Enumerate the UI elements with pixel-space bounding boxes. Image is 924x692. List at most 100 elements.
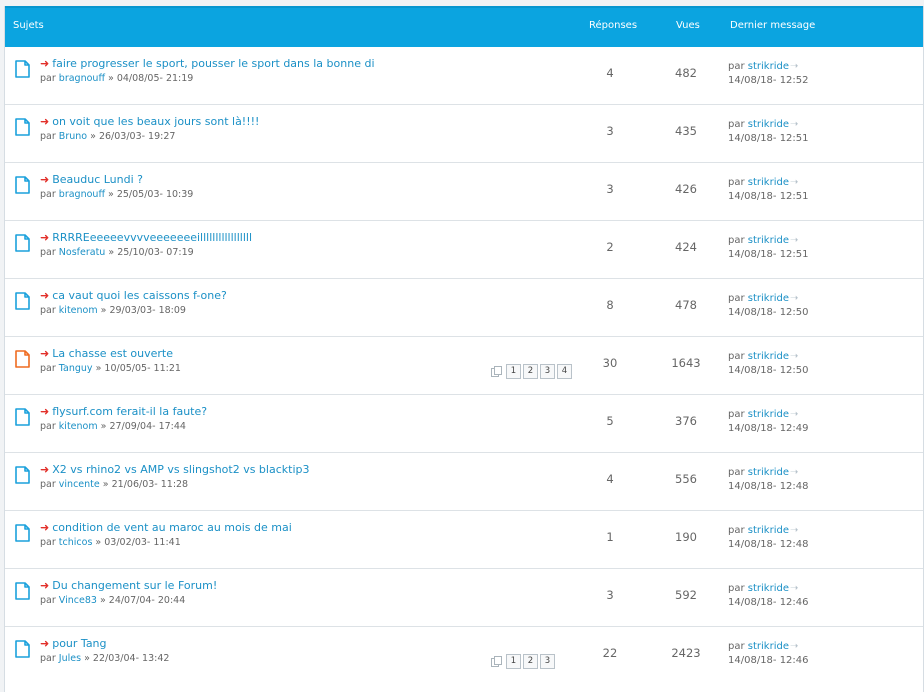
topic-author-link[interactable]: tchicos [59,537,93,548]
topic-author-link[interactable]: Tanguy [59,363,93,374]
topic-title-line: ➜ faire progresser le sport, pousser le s… [40,57,375,70]
topic-title-link[interactable]: RRRREeeeeevvvveeeeeeeilllllllllllllllll [52,231,252,244]
topic-title-link[interactable]: ca vaut quoi les caissons f-one? [52,289,227,302]
topic-author-link[interactable]: Vince83 [59,595,97,606]
last-post-author-link[interactable]: strikride [748,293,789,304]
topic-title-link[interactable]: on voit que les beaux jours sont là!!!! [52,115,259,128]
new-post-arrow-icon[interactable]: ➜ [40,115,49,128]
document-icon [15,234,30,252]
topic-row: ➜ ca vaut quoi les caissons f-one? par kit… [5,279,923,337]
go-to-last-post-icon[interactable]: ➝ [790,409,798,420]
last-post-author-link[interactable]: strikride [748,409,789,420]
topic-title-link[interactable]: Beauduc Lundi ? [52,173,143,186]
topic-row: ➜ faire progresser le sport, pousser le s… [5,47,923,105]
new-post-arrow-icon[interactable]: ➜ [40,579,49,592]
by-label: par [40,363,56,374]
topic-row: ➜ La chasse est ouverte par Tanguy » 10/05… [5,337,923,395]
topic-meta: par bragnouff » 25/05/03- 10:39 [40,189,193,200]
document-icon [15,582,30,600]
topic-row: ➜ flysurf.com ferait-il la faute? par kite… [5,395,923,453]
reply-count: 22 [602,646,618,660]
last-post-date: 14/08/18- 12:50 [728,307,809,318]
column-header-replies: Réponses [589,20,638,31]
topic-meta: par vincente » 21/06/03- 11:28 [40,479,188,490]
topic-author-link[interactable]: kitenom [59,305,98,316]
topic-author-link[interactable]: Nosferatu [59,247,106,258]
new-post-arrow-icon[interactable]: ➜ [40,57,49,70]
view-count: 426 [675,182,697,196]
new-post-arrow-icon[interactable]: ➜ [40,405,49,418]
go-to-last-post-icon[interactable]: ➝ [790,525,798,536]
last-post: par strikride➝ 14/08/18- 12:51 [728,176,809,204]
new-post-arrow-icon[interactable]: ➜ [40,231,49,244]
new-post-arrow-icon[interactable]: ➜ [40,289,49,302]
view-count: 435 [675,124,697,138]
new-post-arrow-icon[interactable]: ➜ [40,521,49,534]
topic-title-link[interactable]: condition de vent au maroc au mois de ma… [52,521,292,534]
go-to-last-post-icon[interactable]: ➝ [790,641,798,652]
last-post-author-link[interactable]: strikride [748,525,789,536]
page-link[interactable]: 1 [506,364,521,379]
last-post-author-link[interactable]: strikride [748,467,789,478]
last-post-author-link[interactable]: strikride [748,641,789,652]
topic-date: » 27/09/04- 17:44 [100,421,186,432]
topic-title-link[interactable]: flysurf.com ferait-il la faute? [52,405,207,418]
by-label: par [40,653,56,664]
new-post-arrow-icon[interactable]: ➜ [40,173,49,186]
last-post-date: 14/08/18- 12:46 [728,597,809,608]
document-icon [15,118,30,136]
new-post-arrow-icon[interactable]: ➜ [40,463,49,476]
view-count: 424 [675,240,697,254]
go-to-last-post-icon[interactable]: ➝ [790,177,798,188]
last-post-author-link[interactable]: strikride [748,61,789,72]
topic-author-link[interactable]: Bruno [59,131,87,142]
page-link[interactable]: 1 [506,654,521,669]
page-link[interactable]: 4 [557,364,572,379]
new-post-arrow-icon[interactable]: ➜ [40,347,49,360]
go-to-last-post-icon[interactable]: ➝ [790,235,798,246]
go-to-last-post-icon[interactable]: ➝ [790,351,798,362]
topic-title-line: ➜ X2 vs rhino2 vs AMP vs slingshot2 vs bl… [40,463,309,476]
topic-meta: par Bruno » 26/03/03- 19:27 [40,131,175,142]
topic-title-line: ➜ pour Tang [40,637,107,650]
topic-author-link[interactable]: bragnouff [59,189,105,200]
page-link[interactable]: 2 [523,364,538,379]
topic-meta: par Tanguy » 10/05/05- 11:21 [40,363,181,374]
go-to-last-post-icon[interactable]: ➝ [790,583,798,594]
last-post-author-link[interactable]: strikride [748,351,789,362]
topic-author-link[interactable]: vincente [59,479,100,490]
page-link[interactable]: 3 [540,654,555,669]
page-link[interactable]: 2 [523,654,538,669]
last-post-by-label: par [728,351,745,362]
document-icon [15,176,30,194]
last-post-author-link[interactable]: strikride [748,119,789,130]
topic-title-link[interactable]: X2 vs rhino2 vs AMP vs slingshot2 vs bla… [52,463,309,476]
topic-meta: par Vince83 » 24/07/04- 20:44 [40,595,185,606]
topic-date: » 22/03/04- 13:42 [84,653,170,664]
last-post-author-link[interactable]: strikride [748,177,789,188]
go-to-last-post-icon[interactable]: ➝ [790,119,798,130]
topic-author-link[interactable]: kitenom [59,421,98,432]
page-link[interactable]: 3 [540,364,555,379]
last-post-by-label: par [728,641,745,652]
go-to-last-post-icon[interactable]: ➝ [790,293,798,304]
topic-list: Sujets Réponses Vues Dernier message ➜ fa… [4,6,924,692]
last-post-date: 14/08/18- 12:51 [728,191,809,202]
go-to-last-post-icon[interactable]: ➝ [790,61,798,72]
topic-title-link[interactable]: faire progresser le sport, pousser le sp… [52,57,374,70]
topic-title-link[interactable]: Du changement sur le Forum! [52,579,217,592]
topic-meta: par Nosferatu » 25/10/03- 07:19 [40,247,194,258]
topic-author-link[interactable]: Jules [59,653,81,664]
hot-document-icon [15,350,30,368]
last-post-author-link[interactable]: strikride [748,583,789,594]
last-post: par strikride➝ 14/08/18- 12:50 [728,350,809,378]
by-label: par [40,73,56,84]
go-to-last-post-icon[interactable]: ➝ [790,467,798,478]
topic-title-link[interactable]: pour Tang [52,637,106,650]
last-post-author-link[interactable]: strikride [748,235,789,246]
topic-title-link[interactable]: La chasse est ouverte [52,347,173,360]
topic-author-link[interactable]: bragnouff [59,73,105,84]
last-post: par strikride➝ 14/08/18- 12:46 [728,582,809,610]
view-count: 556 [675,472,697,486]
new-post-arrow-icon[interactable]: ➜ [40,637,49,650]
